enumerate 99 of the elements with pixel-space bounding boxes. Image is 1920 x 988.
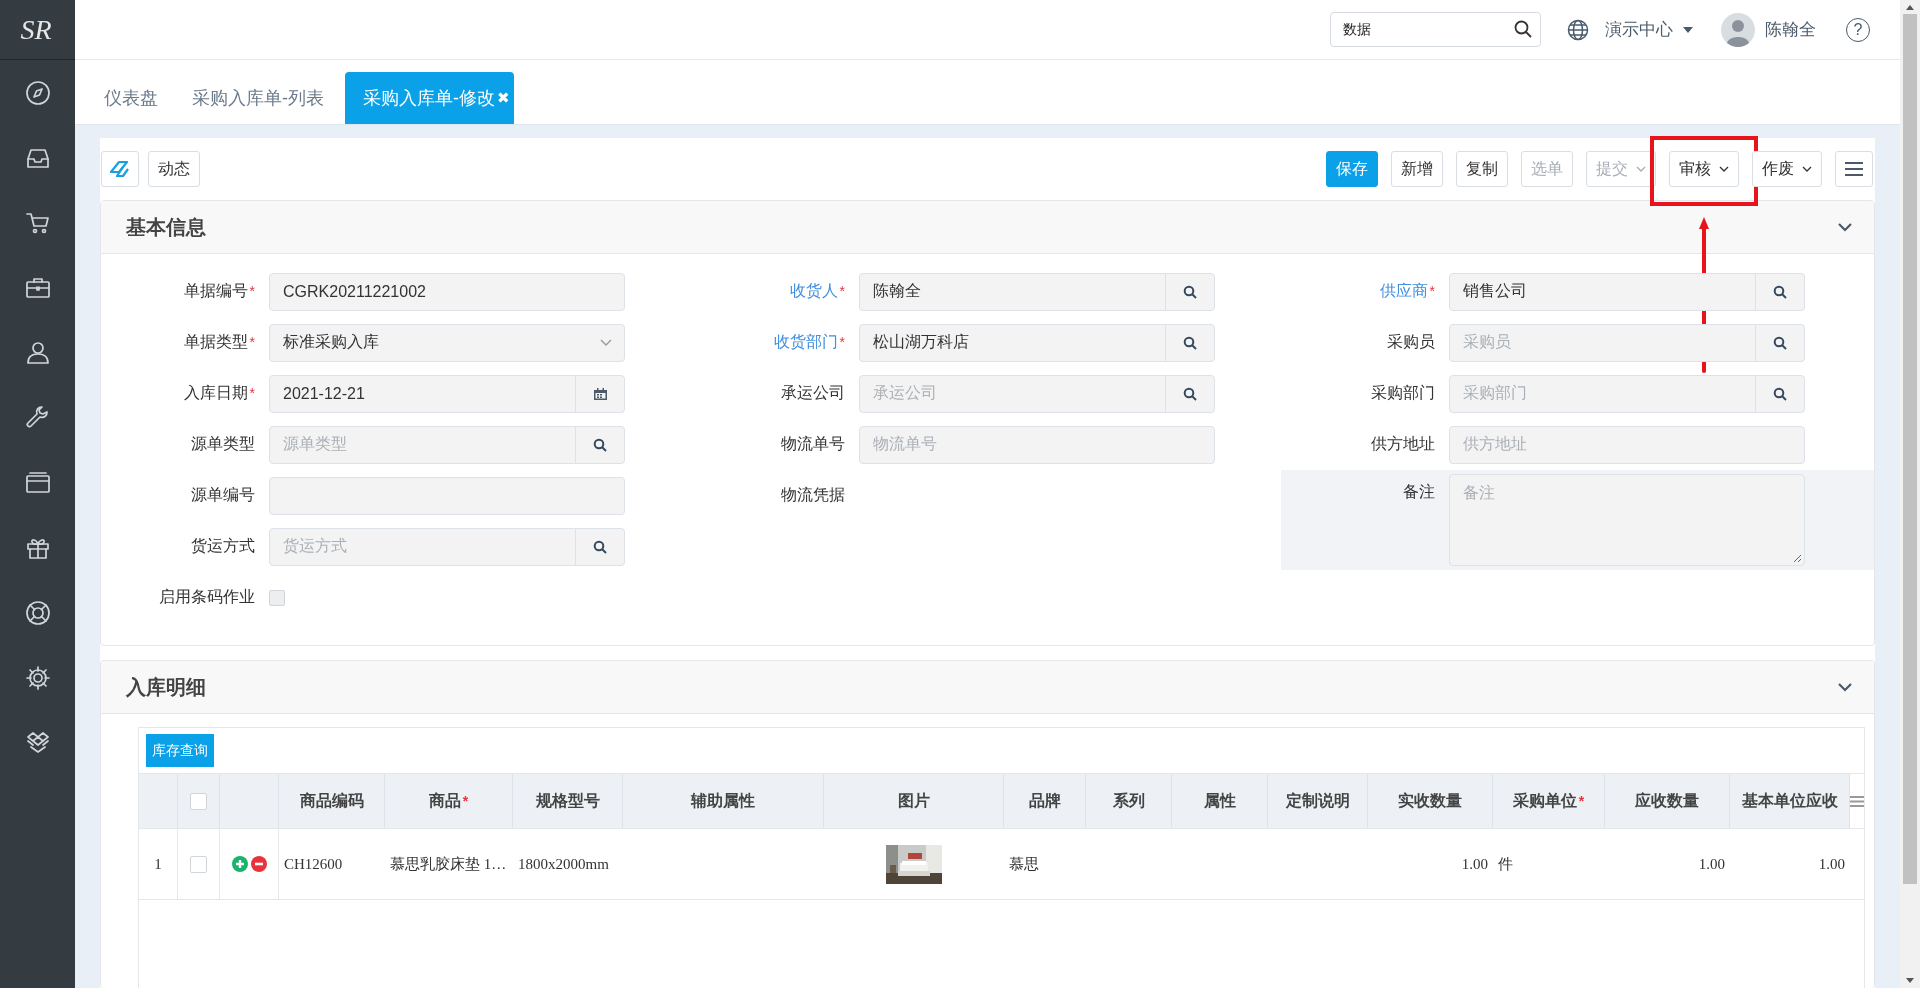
search-icon[interactable] (593, 539, 607, 554)
toolbar-button[interactable]: 作废 (1752, 151, 1822, 187)
tag-icon (110, 160, 130, 178)
column-header[interactable]: 定制说明 (1285, 790, 1350, 812)
field-label: 物流单号 (781, 434, 845, 454)
table-cell: 1.00 (1818, 855, 1845, 873)
tab[interactable]: 采购入库单-列表 (179, 72, 337, 124)
user-icon[interactable] (24, 339, 51, 366)
chevron-icon (1636, 166, 1646, 172)
menu-button[interactable] (1835, 151, 1873, 187)
field-label: 货运方式 (191, 536, 255, 556)
activity-button[interactable]: 动态 (148, 151, 200, 187)
column-header[interactable]: 基本单位应收 (1741, 790, 1838, 812)
card-icon[interactable] (24, 469, 51, 496)
lookup-field[interactable]: 陈翰全 (859, 272, 1215, 311)
panel-title: 入库明细 (126, 674, 206, 700)
column-header[interactable]: 商品编码 (299, 790, 364, 812)
table-cell: 1800x2000mm (518, 855, 609, 873)
gear-icon[interactable] (24, 664, 51, 691)
input-field[interactable]: CGRK20211221002 (269, 272, 625, 311)
field-label: 备注 (1403, 482, 1435, 502)
menu-icon (1845, 161, 1863, 177)
row-number: 1 (154, 855, 162, 873)
column-header[interactable]: 品牌 (1028, 790, 1061, 812)
chevron-icon (600, 339, 612, 346)
field-label: 收货部门* (773, 332, 845, 352)
table-cell: 件 (1498, 854, 1513, 874)
column-header[interactable]: 应收数量 (1635, 790, 1699, 812)
column-header[interactable]: 系列 (1112, 790, 1145, 812)
chevron-icon (1802, 166, 1812, 172)
panel-title: 基本信息 (126, 214, 206, 240)
remove-row-icon[interactable] (250, 856, 267, 872)
scrollbar[interactable] (1900, 0, 1920, 988)
toolbar-button[interactable]: 审核 (1669, 151, 1739, 187)
scroll-up-icon[interactable] (1906, 5, 1914, 10)
column-header[interactable]: 实收数量 (1398, 790, 1462, 812)
search-field[interactable]: 数据 (1330, 12, 1541, 47)
table-cell: 慕思 (1009, 854, 1039, 874)
column-header[interactable]: 规格型号 (535, 790, 600, 812)
org-dropdown[interactable]: 演示中心 (1605, 18, 1693, 41)
lookup-field[interactable]: 销售公司 (1449, 272, 1805, 311)
select-field[interactable]: 标准采购入库 (269, 323, 625, 362)
toolbar-button[interactable]: 新增 (1391, 151, 1443, 187)
column-header[interactable]: 属性 (1203, 790, 1236, 812)
scroll-down-icon[interactable] (1906, 978, 1914, 983)
globe-icon[interactable] (1567, 18, 1589, 41)
checkbox[interactable] (269, 589, 285, 606)
input-field[interactable] (269, 476, 625, 515)
table-cell: 1.00 (1461, 855, 1488, 873)
cube-icon[interactable] (24, 729, 51, 756)
chevron-icon[interactable] (1838, 222, 1852, 232)
search-icon[interactable] (593, 437, 607, 452)
add-row-icon[interactable] (231, 856, 248, 872)
field-label: 单据类型* (183, 332, 255, 352)
field-label: 源单编号 (191, 485, 255, 505)
search-icon[interactable] (1183, 335, 1197, 350)
chevron-icon[interactable] (1838, 682, 1852, 692)
column-menu-icon[interactable] (1850, 795, 1864, 807)
table-cell: 慕思乳胶床垫 1… (390, 854, 507, 874)
lifebuoy-icon[interactable] (24, 599, 51, 626)
column-header[interactable]: 采购单位* (1512, 790, 1585, 812)
column-header[interactable]: 辅助属性 (691, 790, 755, 812)
search-icon[interactable] (1773, 386, 1787, 401)
avatar-icon[interactable] (1721, 12, 1755, 47)
field-label: 单据编号* (183, 281, 255, 301)
search-icon[interactable] (1773, 335, 1787, 350)
toolbar-button[interactable]: 复制 (1456, 151, 1508, 187)
checkbox[interactable] (190, 792, 207, 810)
tab[interactable]: 仪表盘 (91, 72, 171, 124)
table-cell: 1.00 (1698, 855, 1725, 873)
user-name[interactable]: 陈翰全 (1765, 18, 1816, 41)
field-label: 启用条码作业 (159, 587, 255, 607)
search-icon[interactable] (1183, 386, 1197, 401)
date-field[interactable]: 2021-12-21 (269, 374, 625, 413)
checkbox[interactable] (190, 855, 207, 873)
field-label: 物流凭据 (781, 485, 845, 505)
field-label: 收货人* (789, 281, 845, 301)
column-header[interactable]: 图片 (897, 790, 930, 812)
lookup-field[interactable]: 松山湖万科店 (859, 323, 1215, 362)
search-icon[interactable] (1773, 284, 1787, 299)
field-label: 入库日期* (183, 383, 255, 403)
wrench-icon[interactable] (24, 404, 51, 431)
field-label: 供应商* (1379, 281, 1435, 301)
chevron-icon (1719, 166, 1729, 172)
column-header[interactable]: 商品* (428, 790, 469, 812)
search-icon[interactable] (1514, 20, 1532, 38)
calendar-icon[interactable] (593, 387, 607, 400)
tag-button[interactable] (101, 151, 139, 187)
compass-icon[interactable] (24, 79, 51, 106)
caret-icon (1683, 26, 1693, 33)
field-label: 采购员 (1387, 332, 1435, 352)
field-label: 供方地址 (1371, 434, 1435, 454)
field-label: 采购部门 (1371, 383, 1435, 403)
logo: SR (20, 13, 53, 46)
field-label: 承运公司 (781, 383, 845, 403)
resize-grip-icon[interactable] (1793, 554, 1802, 563)
search-icon[interactable] (1183, 284, 1197, 299)
table-cell: CH12600 (284, 855, 343, 873)
field-label: 源单类型 (191, 434, 255, 454)
